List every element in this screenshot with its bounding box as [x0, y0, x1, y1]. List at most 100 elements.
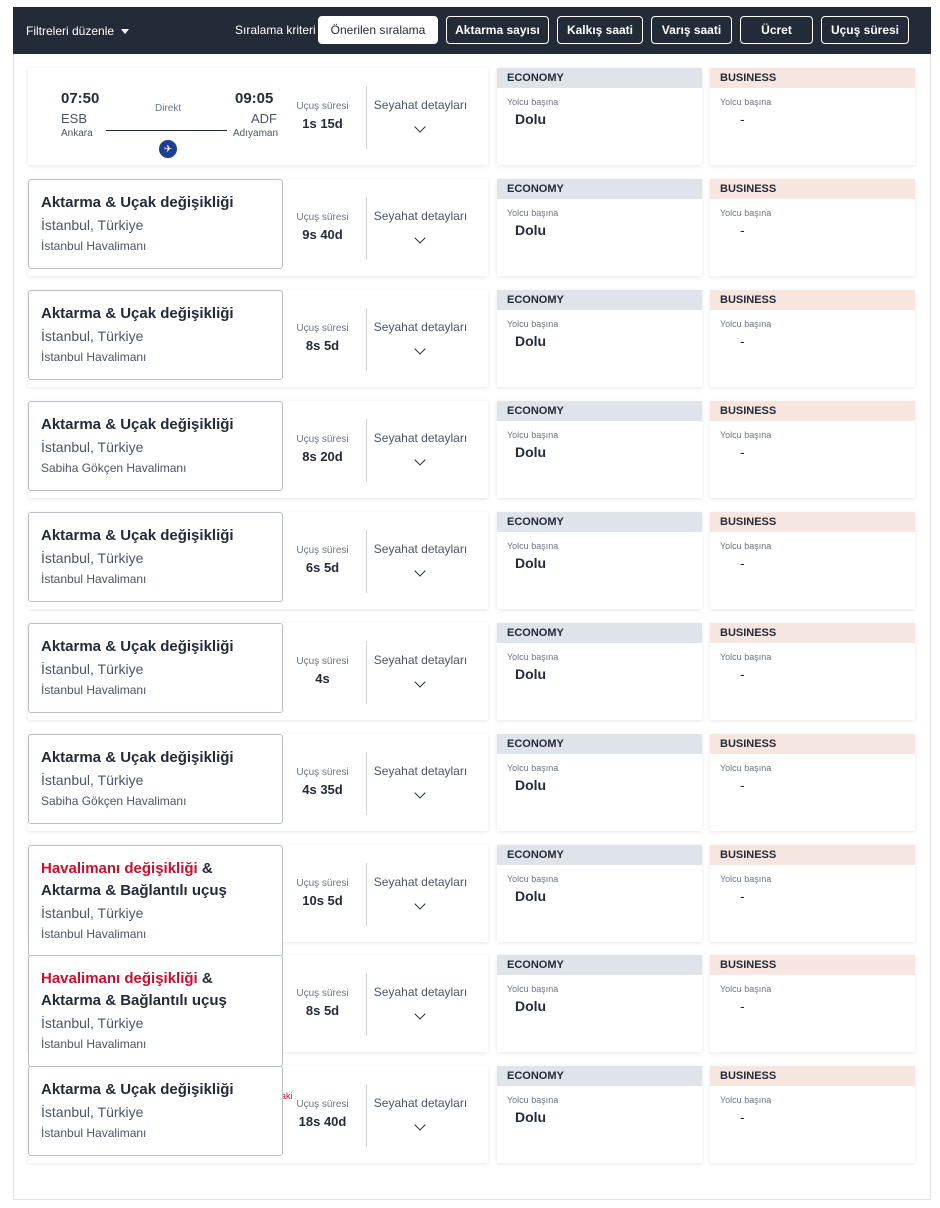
travel-details-toggle[interactable]: Seyahat detayları [368, 955, 473, 1052]
business-fare-card[interactable]: BUSINESS Yolcu başına - [710, 401, 915, 498]
business-header: BUSINESS [710, 845, 915, 865]
airport-change-warning: Havalimanı değişikliği [41, 860, 198, 877]
travel-details-toggle[interactable]: Seyahat detayları [368, 1066, 473, 1163]
business-header: BUSINESS [710, 734, 915, 754]
transfer-info-card: Aktarma & Uçak değişikliği İstanbul, Tür… [28, 734, 283, 824]
sort-price-button[interactable]: Ücret [740, 16, 813, 44]
transfer-airport: İstanbul Havalimanı [41, 683, 147, 697]
sort-departure-button[interactable]: Kalkış saati [557, 16, 643, 44]
business-value: - [740, 777, 745, 793]
business-fare-card[interactable]: BUSINESS Yolcu başına - [710, 734, 915, 831]
chevron-down-icon [414, 121, 426, 133]
duration-label: Uçuş süresi [296, 101, 349, 112]
business-fare-card[interactable]: BUSINESS Yolcu başına - [710, 290, 915, 387]
transfer-title: Aktarma & Uçak değişikliği [41, 1081, 234, 1098]
travel-details-label: Seyahat detayları [373, 653, 468, 667]
sort-recommended-button[interactable]: Önerilen sıralama [318, 16, 438, 44]
economy-value: Dolu [515, 666, 547, 682]
economy-fare-card[interactable]: ECONOMY Yolcu başına Dolu [497, 290, 702, 387]
chevron-down-icon [414, 454, 426, 466]
flight-duration: Uçuş süresi 9s 40d [290, 179, 355, 276]
divider [366, 973, 367, 1036]
transfer-airport: İstanbul Havalimanı [41, 350, 147, 364]
economy-value: Dolu [515, 888, 547, 904]
arrival-city: Adıyaman [233, 128, 279, 139]
flight-summary: Aktarma & Uçak değişikliği İstanbul, Tür… [28, 734, 488, 831]
economy-fare-card[interactable]: ECONOMY Yolcu başına Dolu [497, 955, 702, 1052]
per-passenger-label: Yolcu başına [507, 984, 559, 994]
economy-fare-card[interactable]: ECONOMY Yolcu başına Dolu [497, 179, 702, 276]
business-fare-card[interactable]: BUSINESS Yolcu başına - [710, 512, 915, 609]
travel-details-label: Seyahat detayları [373, 320, 468, 334]
transfer-info-card: Havalimanı değişikliği & Aktarma & Bağla… [28, 845, 283, 957]
per-passenger-label: Yolcu başına [720, 208, 772, 218]
flight-row-direct: 07:50 ESB Ankara Direkt ✈ 09:05 ADF Adıy… [28, 68, 915, 165]
travel-details-toggle[interactable]: Seyahat detayları [368, 845, 473, 942]
business-fare-card[interactable]: BUSINESS Yolcu başına - [710, 1066, 915, 1163]
business-value: - [740, 998, 745, 1014]
arrival-time: 09:05 [235, 90, 274, 107]
per-passenger-label: Yolcu başına [720, 430, 772, 440]
flight-summary: Aktarma & Uçak değişikliği İstanbul, Tür… [28, 623, 488, 720]
travel-details-toggle[interactable]: Seyahat detayları [368, 512, 473, 609]
per-passenger-label: Yolcu başına [507, 208, 559, 218]
divider [366, 1084, 367, 1147]
transfer-airport: İstanbul Havalimanı [41, 1126, 147, 1140]
transfer-info-card: Aktarma & Uçak değişikliği İstanbul, Tür… [28, 1066, 283, 1156]
transfer-title: Aktarma & Uçak değişikliği [41, 749, 234, 766]
flight-summary: Aktarma & Uçak değişikliği İstanbul, Tür… [28, 290, 488, 387]
business-fare-card[interactable]: BUSINESS Yolcu başına - [710, 623, 915, 720]
business-fare-card[interactable]: BUSINESS Yolcu başına - [710, 845, 915, 942]
flight-summary: Aktarma & Uçak değişikliği İstanbul, Tür… [28, 1066, 488, 1163]
business-fare-card[interactable]: BUSINESS Yolcu başına - [710, 179, 915, 276]
economy-value: Dolu [515, 777, 547, 793]
sort-duration-button[interactable]: Uçuş süresi [821, 16, 909, 44]
business-header: BUSINESS [710, 623, 915, 643]
travel-details-toggle[interactable]: Seyahat detayları [368, 68, 473, 165]
business-value: - [740, 666, 745, 682]
travel-details-toggle[interactable]: Seyahat detayları [368, 623, 473, 720]
business-fare-card[interactable]: BUSINESS Yolcu başına - [710, 68, 915, 165]
economy-fare-card[interactable]: ECONOMY Yolcu başına Dolu [497, 401, 702, 498]
economy-fare-card[interactable]: ECONOMY Yolcu başına Dolu [497, 68, 702, 165]
business-fare-card[interactable]: BUSINESS Yolcu başına - [710, 955, 915, 1052]
per-passenger-label: Yolcu başına [507, 97, 559, 107]
travel-details-label: Seyahat detayları [373, 431, 468, 445]
transfer-title-line2: Aktarma & Bağlantılı uçuş [41, 882, 227, 899]
sort-transfers-button[interactable]: Aktarma sayısı [446, 16, 549, 44]
economy-value: Dolu [515, 111, 547, 127]
economy-value: Dolu [515, 1109, 547, 1125]
business-header: BUSINESS [710, 1066, 915, 1086]
per-passenger-label: Yolcu başına [507, 1095, 559, 1105]
economy-header: ECONOMY [497, 845, 702, 865]
travel-details-toggle[interactable]: Seyahat detayları [368, 290, 473, 387]
per-passenger-label: Yolcu başına [720, 874, 772, 884]
duration-value: 10s 5d [302, 893, 343, 908]
chevron-down-icon [414, 343, 426, 355]
business-header: BUSINESS [710, 290, 915, 310]
departure-code: ESB [61, 111, 88, 126]
transfer-info-card: Aktarma & Uçak değişikliği İstanbul, Tür… [28, 401, 283, 491]
travel-details-toggle[interactable]: Seyahat detayları [368, 401, 473, 498]
travel-details-toggle[interactable]: Seyahat detayları [368, 179, 473, 276]
flight-row: Havalimanı değişikliği & Aktarma & Bağla… [28, 845, 915, 957]
flight-summary: Aktarma & Uçak değişikliği İstanbul, Tür… [28, 179, 488, 276]
economy-fare-card[interactable]: ECONOMY Yolcu başına Dolu [497, 734, 702, 831]
economy-header: ECONOMY [497, 1066, 702, 1086]
per-passenger-label: Yolcu başına [720, 541, 772, 551]
economy-fare-card[interactable]: ECONOMY Yolcu başına Dolu [497, 1066, 702, 1163]
duration-value: 4s 35d [302, 782, 343, 797]
flight-row: Aktarma & Uçak değişikliği İstanbul, Tür… [28, 401, 915, 498]
economy-fare-card[interactable]: ECONOMY Yolcu başına Dolu [497, 845, 702, 942]
per-passenger-label: Yolcu başına [507, 763, 559, 773]
economy-header: ECONOMY [497, 512, 702, 532]
economy-fare-card[interactable]: ECONOMY Yolcu başına Dolu [497, 512, 702, 609]
direct-route: 07:50 ESB Ankara Direkt ✈ 09:05 ADF Adıy… [28, 68, 308, 165]
economy-fare-card[interactable]: ECONOMY Yolcu başına Dolu [497, 623, 702, 720]
chevron-down-icon [414, 676, 426, 688]
duration-label: Uçuş süresi [296, 988, 349, 999]
filter-edit-dropdown[interactable]: Filtreleri düzenle [26, 24, 130, 38]
travel-details-toggle[interactable]: Seyahat detayları [368, 734, 473, 831]
sort-arrival-button[interactable]: Varış saati [651, 16, 732, 44]
travel-details-label: Seyahat detayları [373, 764, 468, 778]
